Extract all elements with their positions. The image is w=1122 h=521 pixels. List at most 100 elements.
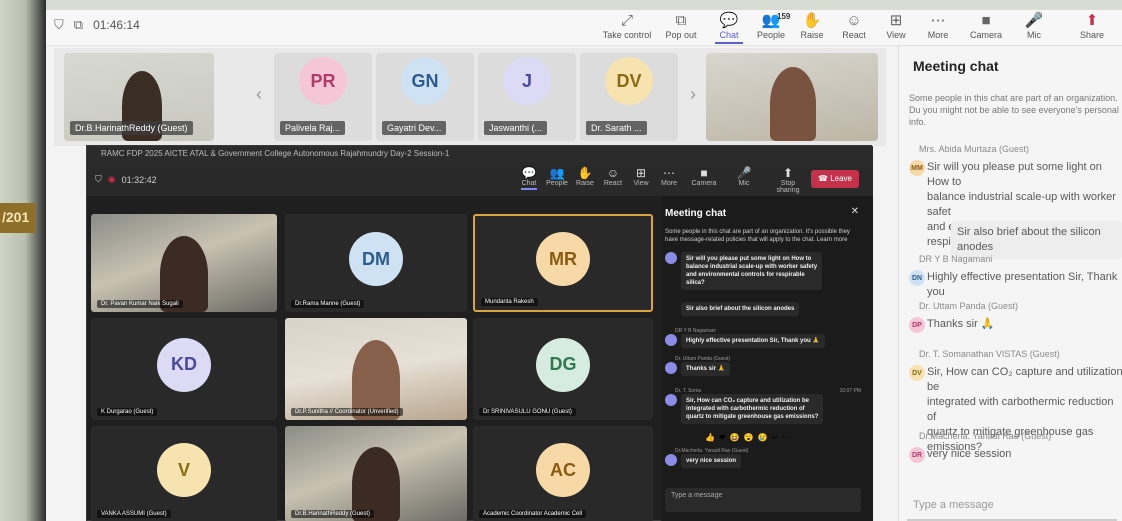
strip-tile[interactable]: DV Dr. Sarath ... bbox=[580, 53, 678, 141]
video-tile[interactable]: Dr.P.Sunitha // Coordinator (Unverified) bbox=[285, 318, 467, 420]
chevron-right-icon[interactable]: › bbox=[690, 84, 696, 105]
toolbar-label: React bbox=[603, 180, 623, 187]
message-text: very nice session bbox=[665, 454, 861, 468]
toolbar-label: Mic bbox=[738, 180, 750, 187]
strip-tile[interactable]: PR Palivela Raj... bbox=[274, 53, 372, 141]
reaction-icon[interactable]: 😆 bbox=[730, 433, 740, 442]
message-text: Sir will you please put some light on Ho… bbox=[665, 252, 861, 290]
mic-button[interactable]: 🎤 Mic bbox=[730, 166, 758, 187]
video-tile[interactable]: DG Dr SRINIVASULU GONU (Guest) bbox=[473, 318, 653, 420]
chat-button[interactable]: 💬 Chat bbox=[515, 166, 543, 190]
toolbar-label: Pop out bbox=[665, 30, 697, 40]
reaction-icon[interactable]: 😢 bbox=[758, 433, 768, 442]
reaction-icon[interactable]: ⋯ bbox=[782, 433, 790, 442]
share-button[interactable]: ⬆ Share bbox=[1064, 12, 1120, 40]
participant-name: Dr. Sarath ... bbox=[586, 121, 647, 135]
avatar: AC bbox=[536, 443, 590, 498]
screen-photo: /201 ⛉ ⧉ 01:46:14 ⤢ Take control ⧉ Pop out 💬… bbox=[0, 0, 1122, 521]
chat-message: DR Y B Nagamani DN Highly effective presen… bbox=[909, 254, 1122, 300]
toolbar-label: View bbox=[886, 30, 906, 40]
mic-icon: 🎤 bbox=[736, 166, 752, 180]
participant-name: Academic Coordinator Academic Cell bbox=[479, 510, 587, 518]
toolbar-label: Raise bbox=[800, 30, 824, 40]
participant-name: Jaswanthi (... bbox=[484, 121, 548, 135]
video-tile[interactable]: KD K Durgarao (Guest) bbox=[91, 318, 277, 420]
recording-icon: ◉ bbox=[107, 174, 116, 184]
toolbar-label: People bbox=[756, 30, 786, 40]
message-line: integrated with carbothermic reduction o… bbox=[927, 396, 1114, 423]
chat-compose-input[interactable]: Type a message bbox=[665, 488, 861, 512]
chat-message: Sir will you please put some light on Ho… bbox=[665, 252, 861, 290]
message-text: DP Thanks sir 🙏 bbox=[909, 317, 1122, 333]
strip-tile[interactable] bbox=[706, 53, 878, 141]
message-line: silica? bbox=[686, 280, 705, 286]
avatar: GN bbox=[401, 57, 449, 106]
toolbar-label: Share bbox=[1079, 30, 1105, 40]
toolbar-label: Chat bbox=[719, 30, 739, 40]
chat-message: Dr. T. Soma 10:07 PM Sir, How can CO₂ capt… bbox=[665, 388, 861, 424]
share-button[interactable]: ⬆ Stop sharing bbox=[771, 166, 805, 194]
shared-teams-window: RAMC FDP 2025 AICTE ATAL & Government Co… bbox=[86, 145, 873, 521]
more-button[interactable]: ⋯ More bbox=[655, 166, 683, 187]
message-line: integrated with carbothermic reduction o… bbox=[686, 406, 805, 412]
video-tile[interactable]: Dr. Pavan Kumar Naik Sugali bbox=[91, 214, 277, 312]
inner-toolbar: ⛉ ◉ 01:32:42 💬 Chat 👥 People ✋ Raise ☺ React ⊞ Vi… bbox=[87, 162, 873, 196]
participant-name: Mundanta Rakesh bbox=[481, 298, 538, 306]
reaction-icon[interactable]: ↩ bbox=[772, 433, 779, 442]
toolbar-label: React bbox=[842, 30, 866, 40]
share-icon: ⬆ bbox=[1085, 12, 1099, 29]
close-icon[interactable]: ✕ bbox=[851, 206, 859, 217]
reaction-icon[interactable]: ❤ bbox=[719, 433, 726, 442]
raise-hand-button[interactable]: ✋ Raise bbox=[571, 166, 599, 187]
message-sender: Dr. Uttam Panda (Guest) bbox=[919, 301, 1019, 311]
strip-tile[interactable]: GN Gayatri Dev... bbox=[376, 53, 474, 141]
video-tile[interactable]: AC Academic Coordinator Academic Cell bbox=[473, 426, 653, 521]
sender-avatar bbox=[665, 362, 677, 374]
react-button[interactable]: ☺ React bbox=[599, 166, 627, 187]
take-control-button[interactable]: ⤢ Take control bbox=[599, 12, 655, 40]
react-icon: ☺ bbox=[606, 166, 620, 180]
message-text: Sir, How can CO₂ capture and utilization… bbox=[665, 394, 861, 424]
phone-icon: ☎ bbox=[818, 174, 831, 183]
message-line: Thanks sir 🙏 bbox=[927, 318, 995, 330]
video-tile[interactable]: Dr.B.HarinathReddy (Guest) bbox=[285, 426, 467, 521]
participant-name: Dr.P.Sunitha // Coordinator (Unverified) bbox=[291, 408, 403, 416]
chat-compose-input[interactable]: Type a message bbox=[907, 491, 1117, 521]
sender-avatar bbox=[665, 394, 677, 406]
strip-tile[interactable]: J Jaswanthi (... bbox=[478, 53, 576, 141]
camera-button[interactable]: ■ Camera bbox=[690, 166, 718, 187]
message-lines: Thanks sir 🙏 bbox=[927, 317, 1122, 332]
chat-message: DR Y B Nagamani Highly effective presenta… bbox=[665, 328, 861, 348]
toolbar-label: Camera bbox=[691, 180, 717, 187]
message-bubble: Sir, How can CO₂ capture and utilization… bbox=[681, 394, 824, 424]
chevron-left-icon[interactable]: ‹ bbox=[256, 84, 262, 105]
toolbar-label: Mic bbox=[1027, 30, 1041, 40]
share-icon: ⬆ bbox=[782, 166, 794, 180]
leave-button[interactable]: ☎ Leave bbox=[811, 170, 859, 188]
video-tile[interactable]: V VANKA ASSUMI (Guest) bbox=[91, 426, 277, 521]
participant-name: Dr.B.HarinathReddy (Guest) bbox=[70, 121, 193, 135]
mic-icon: 🎤 bbox=[1024, 12, 1044, 29]
room-wall-top bbox=[0, 0, 1122, 10]
toolbar-label: Take control bbox=[602, 30, 652, 40]
message-line: Sir, How can CO₂ capture and utilization… bbox=[927, 366, 1122, 393]
mic-button[interactable]: 🎤 Mic bbox=[1006, 12, 1062, 40]
people-button[interactable]: 👥 People bbox=[543, 166, 571, 187]
participant-name: VANKA ASSUMI (Guest) bbox=[97, 510, 171, 518]
video-tile[interactable]: MR Mundanta Rakesh bbox=[473, 214, 653, 312]
message-text: Sir also brief about the silicon anodes bbox=[665, 302, 861, 316]
view-button[interactable]: ⊞ View bbox=[627, 166, 655, 187]
chat-message: Dr. Uttam Panda (Guest) Thanks sir 🙏 bbox=[665, 356, 861, 376]
camera-icon: ■ bbox=[700, 166, 708, 180]
video-tile[interactable]: DM Dr.Rama Manne (Guest) bbox=[285, 214, 467, 312]
window-title: RAMC FDP 2025 AICTE ATAL & Government Co… bbox=[87, 146, 873, 162]
message-line: Highly effective presentation Sir, Thank… bbox=[686, 338, 820, 344]
message-text: Thanks sir 🙏 bbox=[665, 362, 861, 376]
more-icon: ⋯ bbox=[663, 166, 675, 180]
reaction-icon[interactable]: 😮 bbox=[744, 433, 754, 442]
participant-name: Dr.Rama Manne (Guest) bbox=[291, 300, 365, 308]
message-line: balance industrial scale-up with worker … bbox=[686, 264, 818, 270]
message-bubble: Sir also brief about the silicon anodes bbox=[681, 302, 800, 316]
reaction-icon[interactable]: 👍 bbox=[705, 433, 715, 442]
strip-tile[interactable]: Dr.B.HarinathReddy (Guest) bbox=[64, 53, 214, 141]
